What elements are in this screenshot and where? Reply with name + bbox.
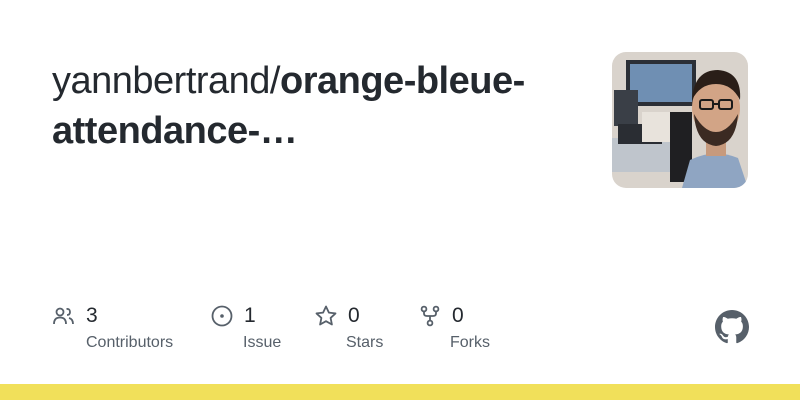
- github-mark-icon[interactable]: [715, 310, 749, 344]
- language-bar: [0, 384, 800, 400]
- repo-social-card: yannbertrand/orange-bleue-attendance-… 3…: [0, 0, 800, 400]
- owner-avatar[interactable]: [612, 52, 748, 188]
- contributors-label: Contributors: [86, 334, 174, 351]
- stars-label: Stars: [346, 334, 384, 351]
- stat-contributors[interactable]: 3 Contributors: [52, 302, 173, 351]
- forks-label: Forks: [450, 334, 490, 351]
- stat-issues[interactable]: 1 Issue: [210, 302, 281, 351]
- issues-label: Issue: [243, 334, 282, 351]
- repo-owner: yannbertrand/: [52, 60, 281, 102]
- stat-forks[interactable]: 0 Forks: [418, 302, 490, 351]
- issue-icon: [211, 305, 233, 327]
- forks-count: 0: [452, 304, 464, 327]
- people-icon: [53, 307, 74, 325]
- avatar-photo: [612, 52, 748, 188]
- issues-count: 1: [244, 304, 256, 327]
- star-icon: [315, 305, 337, 326]
- stat-stars[interactable]: 0 Stars: [314, 302, 383, 351]
- repo-title[interactable]: yannbertrand/orange-bleue-attendance-…: [52, 56, 572, 156]
- stars-count: 0: [348, 304, 360, 327]
- contributors-count: 3: [86, 304, 98, 327]
- fork-icon: [420, 305, 440, 327]
